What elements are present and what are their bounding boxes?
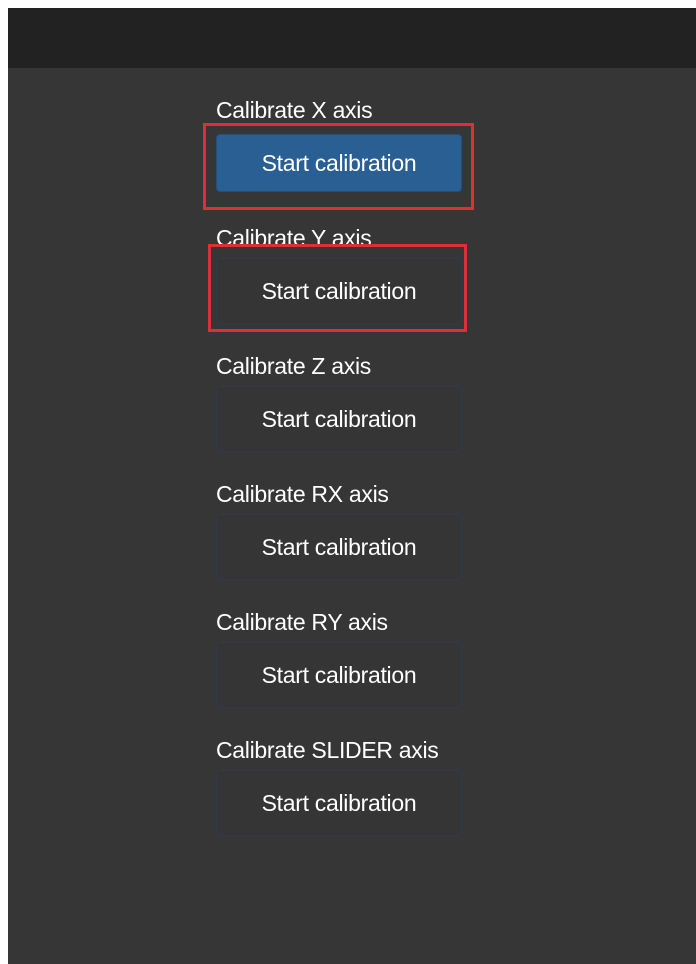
start-calibration-x-button[interactable]: Start calibration <box>216 134 462 192</box>
axis-group-ry: Calibrate RY axis Start calibration <box>216 608 536 736</box>
axis-group-z: Calibrate Z axis Start calibration <box>216 352 536 480</box>
axis-label-z: Calibrate Z axis <box>216 353 371 379</box>
start-calibration-slider-button[interactable]: Start calibration <box>216 770 462 836</box>
axis-label-slider: Calibrate SLIDER axis <box>216 737 439 763</box>
top-navbar <box>8 8 696 68</box>
axis-group-x: Calibrate X axis Start calibration <box>216 96 536 224</box>
axis-label-y: Calibrate Y axis <box>216 225 372 251</box>
axis-label-x: Calibrate X axis <box>216 97 373 123</box>
axis-group-slider: Calibrate SLIDER axis Start calibration <box>216 736 536 864</box>
axis-label-ry: Calibrate RY axis <box>216 609 388 635</box>
start-calibration-ry-button[interactable]: Start calibration <box>216 642 462 708</box>
axis-group-rx: Calibrate RX axis Start calibration <box>216 480 536 608</box>
axis-group-y: Calibrate Y axis Start calibration <box>216 224 536 352</box>
start-calibration-z-button[interactable]: Start calibration <box>216 386 462 452</box>
axis-label-rx: Calibrate RX axis <box>216 481 389 507</box>
axis-calibration-list: Calibrate X axis Start calibration Calib… <box>216 96 536 864</box>
start-calibration-rx-button[interactable]: Start calibration <box>216 514 462 580</box>
start-calibration-y-button[interactable]: Start calibration <box>216 258 462 324</box>
app-window: Calibrate X axis Start calibration Calib… <box>8 8 696 964</box>
